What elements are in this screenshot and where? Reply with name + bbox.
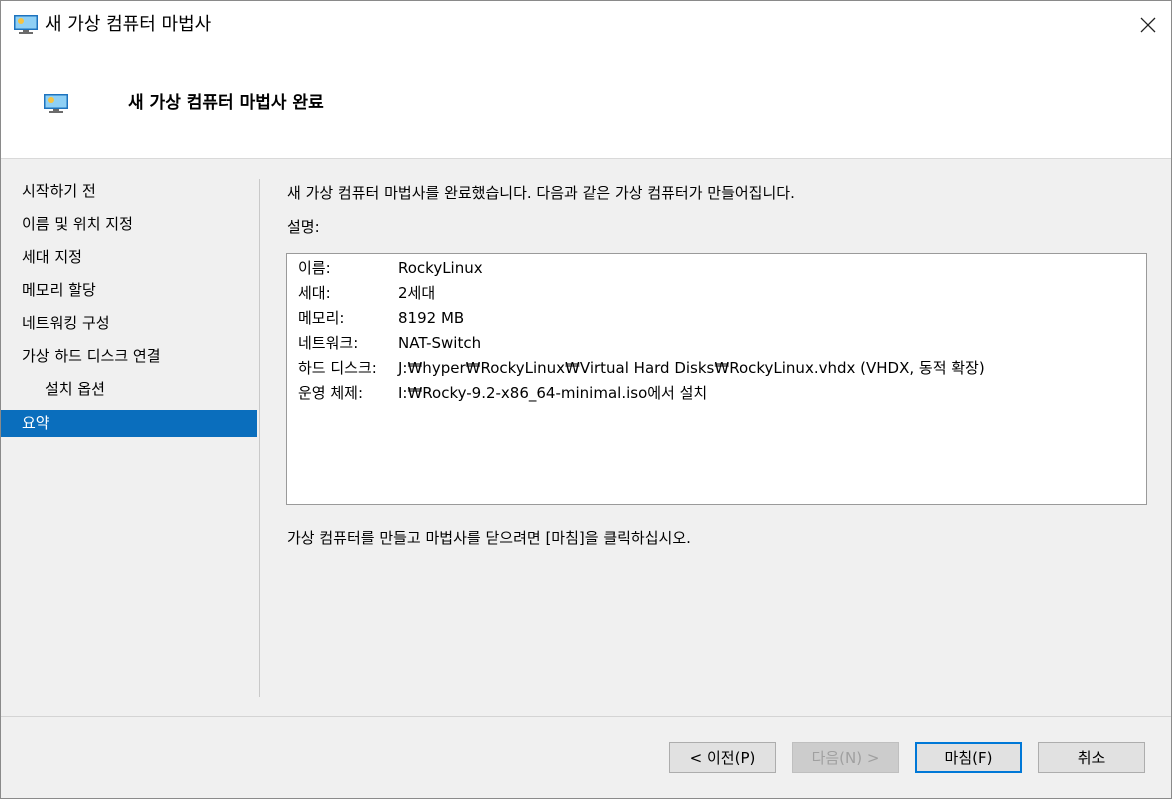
- summary-key: 운영 체제:: [298, 384, 364, 402]
- summary-key: 이름:: [298, 259, 331, 277]
- nav-item-installation-options[interactable]: 설치 옵션: [1, 374, 257, 407]
- title-bar: 새 가상 컴퓨터 마법사: [1, 1, 1171, 49]
- cancel-button[interactable]: 취소: [1038, 742, 1145, 773]
- finish-button[interactable]: 마침(F): [915, 742, 1022, 773]
- summary-value: 8192 MB: [398, 309, 465, 327]
- sidebar-divider: [259, 179, 260, 697]
- nav-item-summary[interactable]: 요약: [1, 410, 257, 437]
- close-icon: [1140, 17, 1156, 33]
- summary-row-generation: 세대: 2세대: [298, 281, 435, 306]
- previous-button[interactable]: < 이전(P): [669, 742, 776, 773]
- summary-row-hard-disk: 하드 디스크: J:₩hyper₩RockyLinux₩Virtual Hard …: [298, 356, 985, 381]
- summary-value: RockyLinux: [398, 259, 483, 277]
- window-title: 새 가상 컴퓨터 마법사: [45, 14, 212, 35]
- close-button[interactable]: [1125, 1, 1171, 49]
- nav-item-memory[interactable]: 메모리 할당: [1, 275, 257, 308]
- intro-text: 새 가상 컴퓨터 마법사를 완료했습니다. 다음과 같은 가상 컴퓨터가 만들어…: [287, 184, 795, 202]
- nav-item-networking[interactable]: 네트워킹 구성: [1, 308, 257, 341]
- virtual-machine-icon: [44, 94, 68, 113]
- nav-item-virtual-hard-disk[interactable]: 가상 하드 디스크 연결: [1, 341, 257, 374]
- summary-value: J:₩hyper₩RockyLinux₩Virtual Hard Disks₩R…: [398, 359, 985, 377]
- next-button[interactable]: 다음(N) >: [792, 742, 899, 773]
- nav-item-name-and-location[interactable]: 이름 및 위치 지정: [1, 209, 257, 242]
- summary-key: 네트워크:: [298, 334, 359, 352]
- nav-item-before-you-begin[interactable]: 시작하기 전: [1, 176, 257, 209]
- summary-value: NAT-Switch: [398, 334, 482, 352]
- wizard-header: 새 가상 컴퓨터 마법사 완료: [1, 49, 1171, 159]
- summary-value: I:₩Rocky-9.2-x86_64-minimal.iso에서 설치: [398, 384, 708, 402]
- nav-item-generation[interactable]: 세대 지정: [1, 242, 257, 275]
- summary-row-memory: 메모리: 8192 MB: [298, 306, 464, 331]
- virtual-machine-icon: [14, 15, 38, 34]
- summary-row-name: 이름: RockyLinux: [298, 256, 483, 281]
- summary-value: 2세대: [398, 284, 436, 302]
- wizard-steps-nav: 시작하기 전 이름 및 위치 지정 세대 지정 메모리 할당 네트워킹 구성 가…: [1, 176, 257, 437]
- outro-text: 가상 컴퓨터를 만들고 마법사를 닫으려면 [마침]을 클릭하십시오.: [287, 529, 691, 547]
- summary-row-operating-system: 운영 체제: I:₩Rocky-9.2-x86_64-minimal.iso에서 …: [298, 381, 707, 406]
- summary-key: 세대:: [298, 284, 331, 302]
- summary-key: 하드 디스크:: [298, 359, 377, 377]
- page-title: 새 가상 컴퓨터 마법사 완료: [128, 93, 324, 113]
- summary-row-network: 네트워크: NAT-Switch: [298, 331, 481, 356]
- summary-key: 메모리:: [298, 309, 345, 327]
- description-label: 설명:: [287, 218, 320, 236]
- wizard-window: 새 가상 컴퓨터 마법사 새 가상 컴퓨터 마법사 완료 시작하기 전 이름 및…: [0, 0, 1172, 799]
- footer-divider: [1, 716, 1171, 717]
- summary-box[interactable]: 이름: RockyLinux 세대: 2세대 메모리: 8192 MB 네트워크: NA…: [286, 253, 1147, 505]
